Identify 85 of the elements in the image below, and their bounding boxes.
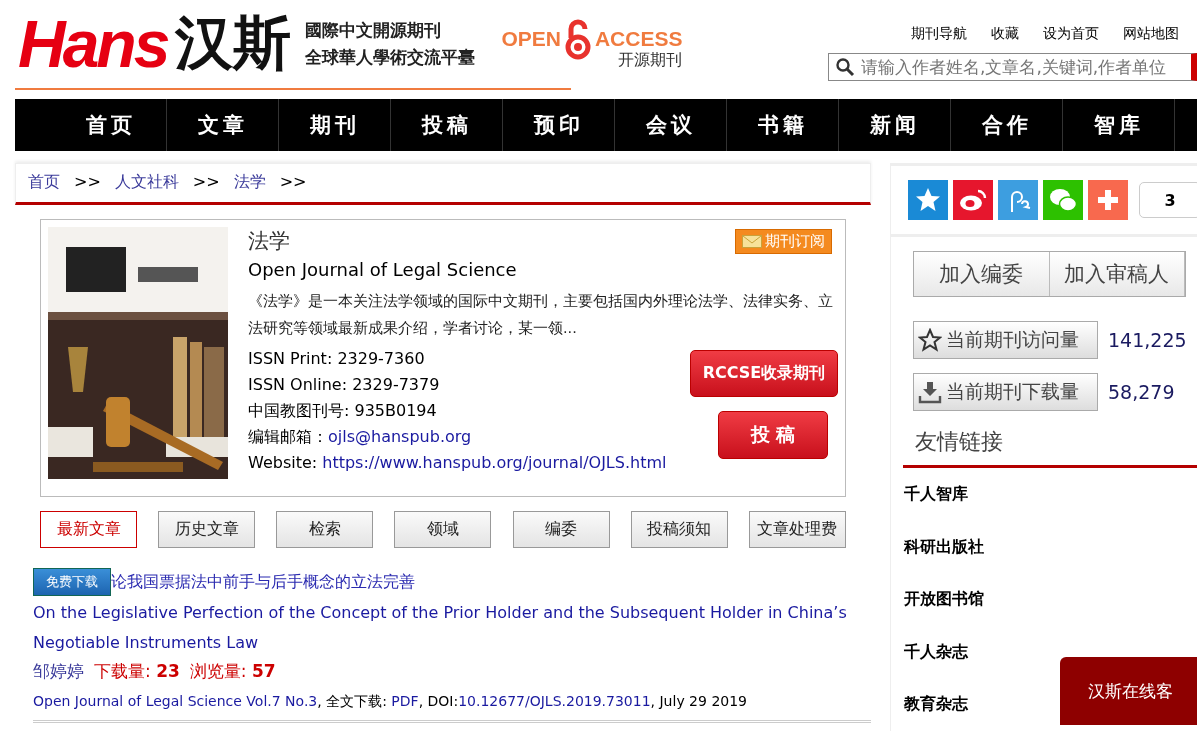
journal-title: 法学 bbox=[248, 228, 290, 255]
breadcrumb-separator: >> bbox=[279, 172, 307, 193]
article-title-link[interactable]: 论我国票据法中前手与后手概念的立法完善 bbox=[111, 571, 415, 593]
nav-item[interactable]: 书籍 bbox=[727, 99, 839, 151]
star-icon bbox=[918, 328, 942, 352]
download-count: 下载量: 23 bbox=[94, 660, 180, 683]
breadcrumb-link[interactable]: 法学 bbox=[233, 172, 266, 194]
nav-item[interactable]: 文章 bbox=[167, 99, 279, 151]
breadcrumb-link[interactable]: 首页 bbox=[28, 172, 60, 194]
nav-item[interactable]: 会议 bbox=[615, 99, 727, 151]
open-access-text: OPEN bbox=[501, 26, 561, 51]
share-weibo-button[interactable] bbox=[953, 180, 993, 220]
tab[interactable]: 编委 bbox=[512, 511, 610, 548]
open-access-text: ACCESS bbox=[594, 26, 683, 51]
logo-text[interactable]: 汉斯 bbox=[175, 5, 292, 83]
stat-value: 141,225 bbox=[1108, 329, 1187, 351]
friend-link[interactable]: 开放图书馆 bbox=[904, 573, 984, 626]
nav-item[interactable]: 合作 bbox=[951, 99, 1063, 151]
field-value: 2329-7379 bbox=[352, 375, 440, 394]
author-link[interactable]: 邹婷婷 bbox=[33, 660, 84, 683]
tab[interactable]: 检索 bbox=[276, 511, 374, 548]
tab[interactable]: 文章处理费 bbox=[748, 511, 846, 548]
join-button[interactable]: 加入审稿人 bbox=[1049, 252, 1185, 296]
field-value: 2329-7360 bbox=[337, 349, 425, 368]
search-field[interactable]: 请输入作者姓名,文章名,关键词,作者单位 bbox=[828, 53, 1197, 81]
share-more-button[interactable] bbox=[1088, 180, 1128, 220]
citation-text: , 全文下载: bbox=[317, 693, 388, 709]
citation-link[interactable]: PDF bbox=[391, 693, 419, 709]
article-title-link[interactable]: On the Legislative Perfection of the Concept of the Prior Holder and the Subsequent Holder in China’s Negotiable Instruments Law bbox=[33, 598, 853, 658]
citation-link[interactable]: 10.12677/OJLS.2019.73011 bbox=[458, 693, 651, 709]
citation-text: , July 29 2019 bbox=[650, 693, 747, 709]
friend-link[interactable]: 教育杂志 bbox=[904, 678, 968, 731]
top-link[interactable]: 期刊导航 bbox=[911, 25, 967, 43]
submit-button[interactable]: 投 稿 bbox=[718, 411, 828, 459]
tagline: 全球華人學術交流平臺 bbox=[305, 46, 476, 69]
field-label: Website: bbox=[248, 453, 319, 472]
citation-link[interactable]: Open Journal of Legal Science Vol.7 No.3 bbox=[33, 693, 318, 709]
tab[interactable]: 最新文章 bbox=[40, 511, 137, 548]
stat-button[interactable]: 当前期刊下载量 bbox=[913, 373, 1098, 411]
download-icon bbox=[918, 380, 942, 404]
search-icon bbox=[835, 57, 855, 77]
nav-item[interactable]: 新闻 bbox=[839, 99, 951, 151]
breadcrumb-separator: >> bbox=[192, 172, 220, 193]
friend-link[interactable]: 科研出版社 bbox=[904, 520, 984, 573]
top-link[interactable]: 网站地图 bbox=[1123, 25, 1179, 43]
top-link[interactable]: 收藏 bbox=[991, 25, 1019, 43]
field-label: 中国教图刊号: bbox=[248, 401, 351, 420]
field-label: ISSN Online: bbox=[248, 375, 349, 394]
share-wechat-button[interactable] bbox=[1043, 180, 1083, 220]
friend-link[interactable]: 千人智库 bbox=[904, 468, 968, 521]
friend-link[interactable]: 千人杂志 bbox=[904, 625, 968, 678]
field-label: 编辑邮箱： bbox=[248, 427, 328, 446]
field-link[interactable]: ojls@hanspub.org bbox=[328, 427, 472, 446]
breadcrumb-separator: >> bbox=[74, 172, 101, 193]
tab[interactable]: 历史文章 bbox=[158, 511, 256, 548]
free-download-button[interactable]: 免费下载 bbox=[33, 568, 111, 596]
top-link[interactable]: 设为首页 bbox=[1043, 25, 1099, 43]
nav-item[interactable]: 智库 bbox=[1063, 99, 1175, 151]
stat-button[interactable]: 当前期刊访问量 bbox=[913, 321, 1098, 359]
join-button[interactable]: 加入编委 bbox=[914, 252, 1050, 296]
field-value: 935B0194 bbox=[354, 401, 437, 420]
view-count: 浏览量: 57 bbox=[189, 660, 276, 683]
tab[interactable]: 领域 bbox=[394, 511, 492, 548]
nav-item[interactable]: 期刊 bbox=[279, 99, 391, 151]
stat-value: 58,279 bbox=[1108, 381, 1175, 403]
logo-text[interactable]: Hans bbox=[18, 6, 168, 82]
tagline: 國際中文開源期刊 bbox=[305, 19, 443, 42]
rccse-button[interactable]: RCCSE收录期刊 bbox=[690, 350, 838, 397]
tab[interactable]: 投稿须知 bbox=[630, 511, 728, 548]
section-heading: 友情链接 bbox=[903, 411, 1197, 468]
nav-item[interactable]: 首页 bbox=[55, 99, 167, 151]
nav-item[interactable]: 预印 bbox=[503, 99, 615, 151]
share-pengyou-button[interactable] bbox=[998, 180, 1038, 220]
field-link[interactable]: https://www.hanspub.org/journal/OJLS.html bbox=[322, 453, 667, 472]
envelope-icon bbox=[742, 234, 762, 248]
field-label: ISSN Print: bbox=[248, 349, 334, 368]
citation-text: , DOI: bbox=[418, 693, 459, 709]
nav-item[interactable]: 投稿 bbox=[391, 99, 503, 151]
share-qzone-button[interactable] bbox=[908, 180, 948, 220]
breadcrumb-link[interactable]: 人文社科 bbox=[114, 172, 179, 194]
open-access-subtitle: 开源期刊 bbox=[618, 49, 683, 71]
journal-description: 《法学》是一本关注法学领域的国际中文期刊，主要包括国内外理论法学、法律实务、立法研究等领域最新成果介绍，学者讨论，某一领... bbox=[248, 292, 834, 338]
share-count: 3 bbox=[1139, 182, 1197, 218]
online-service-button[interactable]: 汉斯在线客 bbox=[1060, 657, 1197, 725]
journal-title: Open Journal of Legal Science bbox=[248, 259, 518, 280]
